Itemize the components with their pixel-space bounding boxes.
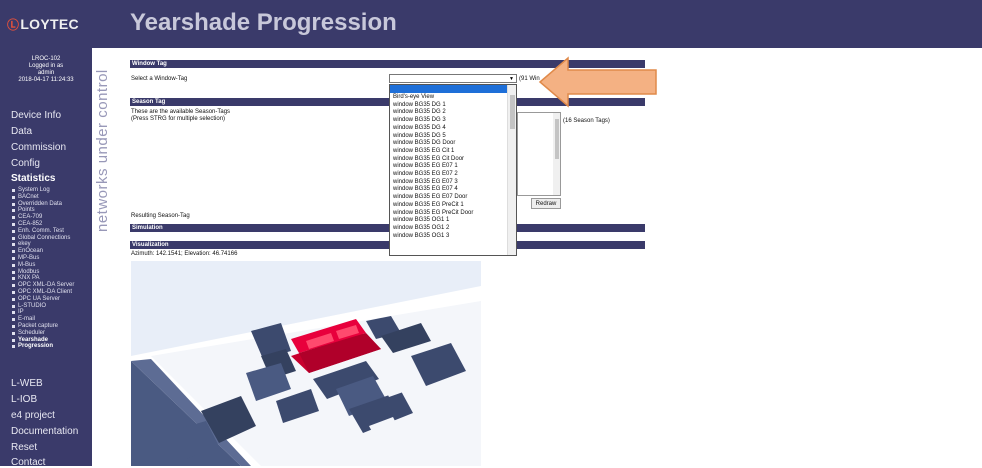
nav-commission[interactable]: Commission: [11, 142, 66, 153]
sub-global-connections[interactable]: Global Connections: [11, 235, 93, 242]
season-tag-listbox[interactable]: [517, 112, 561, 196]
dropdown-highlight-empty-option[interactable]: [390, 85, 508, 93]
sub-l-studio[interactable]: L-STUDIO: [11, 303, 93, 310]
sub-email[interactable]: E-mail: [11, 316, 93, 323]
dropdown-option[interactable]: window BG35 EG PreCit Door: [393, 210, 473, 218]
dropdown-option[interactable]: window BG35 DG 3: [393, 117, 473, 125]
sub-overridden-points[interactable]: Points: [11, 207, 93, 214]
dropdown-option[interactable]: window BG35 OG1 2: [393, 225, 473, 233]
dropdown-options: Bird's-eye View window BG35 DG 1 window BG…: [393, 94, 473, 240]
brand-slogan: networks under control: [94, 69, 111, 232]
dropdown-option[interactable]: window BG35 EG E07 2: [393, 171, 473, 179]
nav-device-info[interactable]: Device Info: [11, 110, 61, 121]
dropdown-option[interactable]: window BG35 EG PreCit 1: [393, 202, 473, 210]
dropdown-option[interactable]: window BG35 OG1 3: [393, 233, 473, 241]
season-tag-desc: These are the available Season-Tags: [131, 109, 231, 115]
simulation-header: Simulation: [130, 224, 645, 232]
nav-statistics[interactable]: Statistics: [11, 173, 55, 184]
3d-building-visualization[interactable]: [131, 261, 481, 466]
sub-m-bus[interactable]: M-Bus: [11, 262, 93, 269]
nav-l-iob[interactable]: L-IOB: [11, 394, 37, 405]
season-scroll-thumb[interactable]: [555, 119, 559, 159]
nav-e4-project[interactable]: e4 project: [11, 410, 55, 421]
window-tag-select[interactable]: ▼: [389, 74, 517, 83]
dropdown-option[interactable]: window BG35 DG 5: [393, 133, 473, 141]
sub-packet-capture[interactable]: Packet capture: [11, 323, 93, 330]
sub-system-log[interactable]: System Log: [11, 187, 93, 194]
redraw-button[interactable]: Redraw: [531, 198, 561, 209]
dropdown-scroll-thumb[interactable]: [510, 95, 515, 129]
nav-reset[interactable]: Reset: [11, 442, 37, 453]
season-scrollbar[interactable]: [553, 113, 560, 195]
sub-enocean[interactable]: EnOcean: [11, 248, 93, 255]
sub-knx-pa[interactable]: KNX PA: [11, 275, 93, 282]
nav-config[interactable]: Config: [11, 158, 40, 169]
dropdown-option[interactable]: window BG35 EG E07 1: [393, 163, 473, 171]
device-name: LROC-102: [31, 56, 61, 62]
sub-cea-709[interactable]: CEA-709: [11, 214, 93, 221]
page-title: Yearshade Progression: [130, 9, 397, 36]
azimuth-elevation: Azimuth: 142.1541; Elevation: 46.74166: [131, 251, 238, 257]
sub-yearshade-progression[interactable]: Progression: [11, 343, 93, 350]
dropdown-option[interactable]: window BG35 EG E07 4: [393, 186, 473, 194]
window-tag-label: Select a Window-Tag: [131, 76, 188, 82]
dropdown-option[interactable]: window BG35 EG Cit 1: [393, 148, 473, 156]
sub-bacnet[interactable]: BACnet: [11, 194, 93, 201]
visualization-header: Visualization: [130, 241, 645, 249]
nav-documentation[interactable]: Documentation: [11, 426, 78, 437]
sub-opc-xml-da-client[interactable]: OPC XML-DA Client: [11, 289, 93, 296]
dropdown-option[interactable]: window BG35 EG E07 Door: [393, 194, 473, 202]
sub-scheduler[interactable]: Scheduler: [11, 330, 93, 337]
sub-cea-852[interactable]: CEA-852: [11, 221, 93, 228]
sub-points-label: Points: [18, 207, 35, 214]
orange-pointer-arrow-icon: [538, 56, 657, 108]
sub-mp-bus[interactable]: MP-Bus: [11, 255, 93, 262]
nav-contact[interactable]: Contact: [11, 457, 45, 468]
sub-ip[interactable]: IP: [11, 309, 93, 316]
logged-in-label: Logged in as: [28, 63, 64, 69]
user-name: admin: [37, 70, 55, 76]
dropdown-option[interactable]: window BG35 DG 4: [393, 125, 473, 133]
logo-text: LOYTEC: [20, 16, 79, 32]
nav-l-web[interactable]: L-WEB: [11, 378, 43, 389]
sub-opc-ua-server[interactable]: OPC UA Server: [11, 296, 93, 303]
season-tag-hint: (Press STRG for multiple selection): [131, 116, 226, 122]
statistics-submenu: System Log BACnet Overridden Data Points…: [11, 187, 93, 350]
sub-progression-label: Progression: [18, 343, 54, 350]
sub-enh-comm-test[interactable]: Enh. Comm. Test: [11, 228, 93, 235]
logo-area: ⓁLOYTEC: [0, 0, 92, 48]
dropdown-option[interactable]: window BG35 DG 2: [393, 109, 473, 117]
nav-data[interactable]: Data: [11, 126, 32, 137]
dropdown-option[interactable]: Bird's-eye View: [393, 94, 473, 102]
loytec-logo[interactable]: ⓁLOYTEC: [7, 16, 79, 33]
sub-yearshade[interactable]: Yearshade: [11, 337, 93, 344]
login-datetime: 2018-04-17 11:24:33: [18, 77, 74, 83]
dropdown-option[interactable]: window BG35 EG Cit Door: [393, 156, 473, 164]
season-tag-count: (16 Season Tags): [563, 118, 610, 124]
window-tag-dropdown-list[interactable]: Bird's-eye View window BG35 DG 1 window BG…: [389, 84, 517, 256]
dropdown-option[interactable]: window BG35 DG Door: [393, 140, 473, 148]
dropdown-option[interactable]: window BG35 EG E07 3: [393, 179, 473, 187]
window-tag-count: (91 Win: [519, 76, 540, 82]
logo-mark-icon: Ⓛ: [7, 18, 20, 32]
dropdown-arrow-icon: ▼: [509, 76, 514, 82]
sub-opc-xml-da-server[interactable]: OPC XML-DA Server: [11, 282, 93, 289]
sub-modbus[interactable]: Modbus: [11, 269, 93, 276]
sub-ekey[interactable]: ekey: [11, 241, 93, 248]
dropdown-scrollbar[interactable]: [507, 85, 516, 255]
login-info: LROC-102 Logged in as admin 2018-04-17 1…: [0, 56, 92, 92]
sub-overridden-data[interactable]: Overridden Data: [11, 201, 93, 208]
dropdown-option[interactable]: window BG35 DG 1: [393, 102, 473, 110]
dropdown-option[interactable]: window BG35 OG1 1: [393, 217, 473, 225]
resulting-season-label: Resulting Season-Tag: [131, 213, 190, 219]
